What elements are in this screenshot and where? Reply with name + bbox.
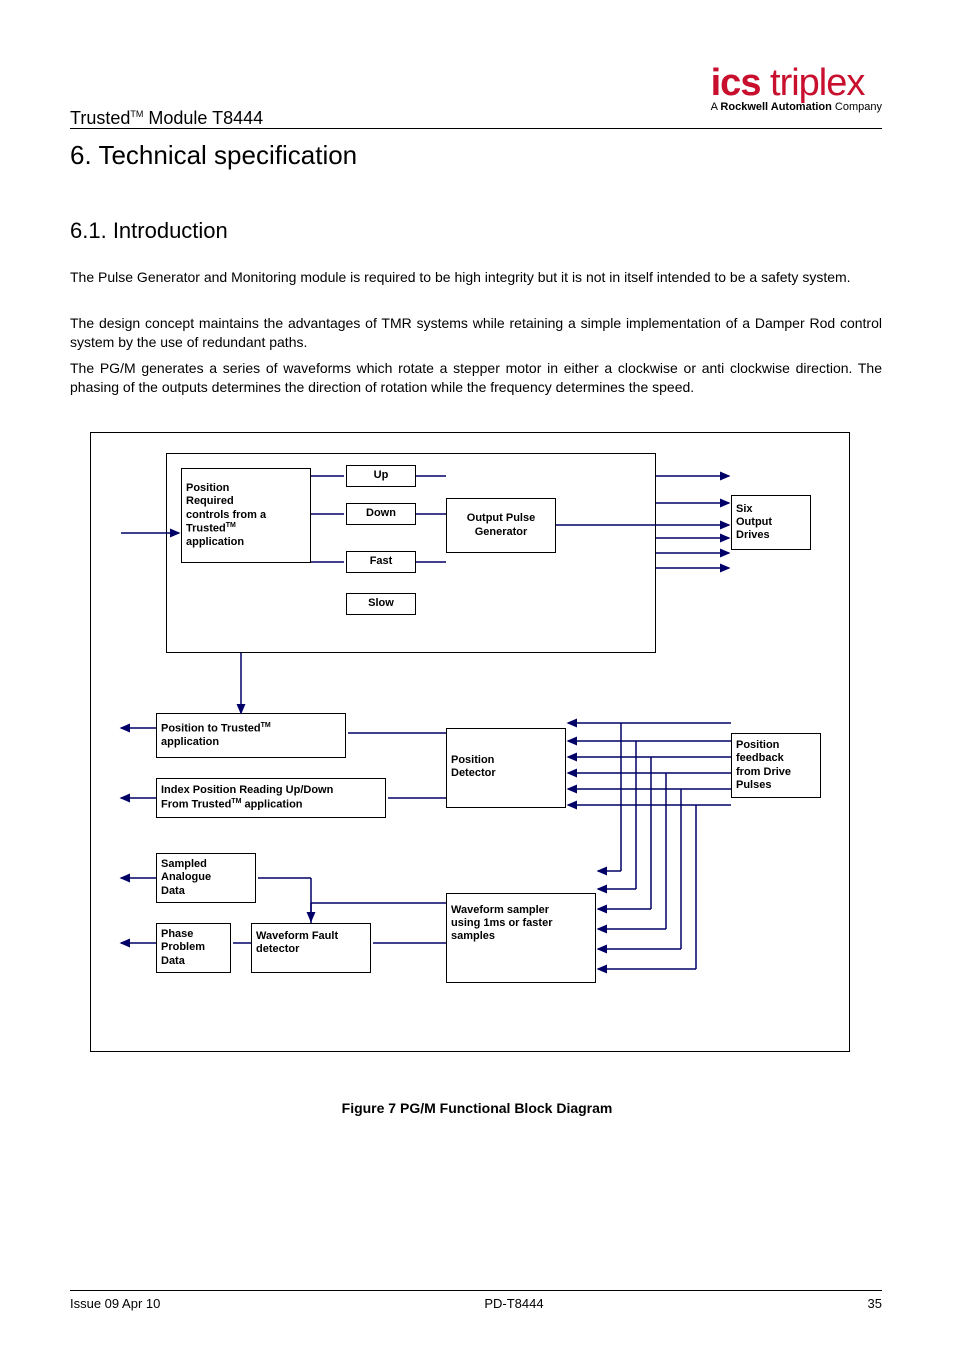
controls-l2: Required xyxy=(186,495,234,507)
pos-to-tm: TM xyxy=(261,722,271,729)
posfb-l4: Pulses xyxy=(736,779,771,791)
section-title: Technical specification xyxy=(92,140,357,170)
ws-l2: using 1ms or faster xyxy=(451,917,552,929)
phase-l3: Data xyxy=(161,955,185,967)
header-tm: TM xyxy=(130,109,143,119)
controls-l3: controls from a xyxy=(186,509,266,521)
position-detector: Position Detector xyxy=(446,728,566,808)
down-button: Down xyxy=(346,503,416,525)
footer-center: PD-T8444 xyxy=(484,1296,543,1311)
samp-l3: Data xyxy=(161,885,185,897)
pos-to-l1: Position to Trusted xyxy=(161,723,261,735)
position-feedback: Position feedback from Drive Pulses xyxy=(731,733,821,798)
samp-l1: Sampled xyxy=(161,858,207,870)
figure-caption: Figure 7 PG/M Functional Block Diagram xyxy=(0,1100,954,1116)
page: ics triplex A Rockwell Automation Compan… xyxy=(0,0,954,1351)
position-to-app: Position to TrustedTM application xyxy=(156,713,346,758)
posdet-l1: Position xyxy=(451,754,494,766)
logo-text-light: triplex xyxy=(760,62,864,104)
down-label: Down xyxy=(366,507,396,520)
controls-l1: Position xyxy=(186,482,229,494)
index-l1: Index Position Reading Up/Down xyxy=(161,784,333,796)
paragraph-3: The PG/M generates a series of waveforms… xyxy=(70,359,882,397)
six-l3: Drives xyxy=(736,529,770,541)
index-l3: application xyxy=(241,798,302,810)
section-number: 6. xyxy=(70,140,92,170)
logo-subtitle: A Rockwell Automation Company xyxy=(711,101,882,113)
phase-l1: Phase xyxy=(161,928,193,940)
paragraph-2: The design concept maintains the advanta… xyxy=(70,314,882,352)
waveform-fault-detector: Waveform Fault detector xyxy=(251,923,371,973)
slow-button: Slow xyxy=(346,593,416,615)
controls-l4: Trusted xyxy=(186,522,226,534)
running-header: TrustedTM Module T8444 xyxy=(70,108,263,129)
brand-logo: ics triplex A Rockwell Automation Compan… xyxy=(711,62,882,113)
output-pulse-generator: Output Pulse Generator xyxy=(446,498,556,553)
fast-button: Fast xyxy=(346,551,416,573)
controls-l5: application xyxy=(186,536,244,548)
logo-sub-bold: Rockwell Automation xyxy=(720,101,831,113)
opg-l1: Output Pulse xyxy=(467,512,535,524)
section-heading: 6. Technical specification xyxy=(70,140,357,171)
up-label: Up xyxy=(374,469,389,482)
posfb-l2: feedback xyxy=(736,752,784,764)
subsection-heading: 6.1. Introduction xyxy=(70,218,228,244)
six-output-drives: Six Output Drives xyxy=(731,495,811,550)
sampled-data: Sampled Analogue Data xyxy=(156,853,256,903)
controls-tm: TM xyxy=(226,522,236,529)
fast-label: Fast xyxy=(370,555,393,568)
subsection-number: 6.1. xyxy=(70,218,107,243)
index-position: Index Position Reading Up/Down From Trus… xyxy=(156,778,386,818)
logo-sub-suffix: Company xyxy=(832,101,882,113)
header-module: Module T8444 xyxy=(143,108,263,128)
footer-right: 35 xyxy=(868,1296,882,1311)
footer-rule xyxy=(70,1290,882,1291)
waveform-sampler: Waveform sampler using 1ms or faster sam… xyxy=(446,893,596,983)
footer: Issue 09 Apr 10 PD-T8444 35 xyxy=(70,1296,882,1311)
logo-sub-prefix: A xyxy=(711,101,721,113)
logo-main: ics triplex xyxy=(711,62,882,105)
pos-to-l2: application xyxy=(161,736,219,748)
ws-l3: samples xyxy=(451,930,495,942)
wfd-l1: Waveform Fault xyxy=(256,930,338,942)
posfb-l3: from Drive xyxy=(736,766,791,778)
samp-l2: Analogue xyxy=(161,871,211,883)
six-l2: Output xyxy=(736,516,772,528)
logo-text-bold: ics xyxy=(711,62,761,104)
header-product: Trusted xyxy=(70,108,130,128)
posfb-l1: Position xyxy=(736,739,779,751)
opg-l2: Generator xyxy=(475,526,528,538)
wfd-l2: detector xyxy=(256,943,299,955)
block-diagram: Position Required controls from a Truste… xyxy=(90,432,850,1052)
index-l2: From Trusted xyxy=(161,798,231,810)
footer-left: Issue 09 Apr 10 xyxy=(70,1296,160,1311)
phase-problem: Phase Problem Data xyxy=(156,923,231,973)
paragraph-1: The Pulse Generator and Monitoring modul… xyxy=(70,268,882,287)
index-tm: TM xyxy=(231,798,241,805)
ws-l1: Waveform sampler xyxy=(451,904,549,916)
subsection-title: Introduction xyxy=(107,218,228,243)
controls-box: Position Required controls from a Truste… xyxy=(181,468,311,563)
header-rule xyxy=(70,128,882,129)
slow-label: Slow xyxy=(368,597,394,610)
up-button: Up xyxy=(346,465,416,487)
six-l1: Six xyxy=(736,503,753,515)
phase-l2: Problem xyxy=(161,941,205,953)
posdet-l2: Detector xyxy=(451,767,496,779)
